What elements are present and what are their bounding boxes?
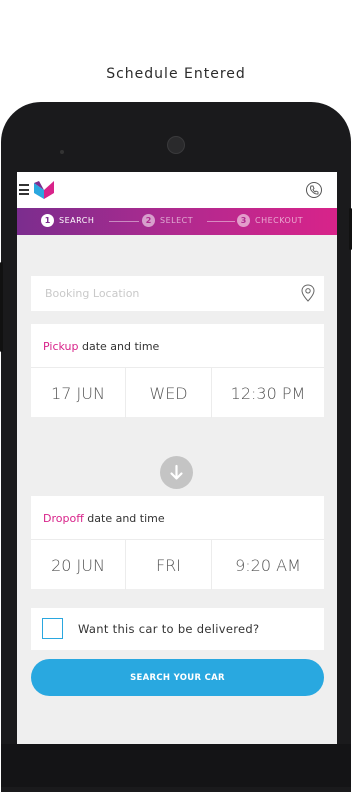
step-checkout[interactable]: 3 CHECKOUT [237,214,303,227]
dropoff-time[interactable]: 9:20 AM [212,540,324,590]
step-search[interactable]: 1 SEARCH [41,214,94,227]
dropoff-title-rest: date and time [83,512,165,525]
phone-screen: 1 SEARCH 2 SELECT 3 CHECKOUT Pickup date… [17,172,337,744]
booking-location-field [31,276,324,311]
dropoff-datetime-row: 20 JUN FRI 9:20 AM [31,539,324,590]
hamburger-menu-icon[interactable] [19,184,29,195]
pickup-day[interactable]: WED [126,368,212,418]
step-number: 1 [41,214,54,227]
pickup-date[interactable]: 17 JUN [31,368,126,418]
app-bar [17,172,337,208]
step-number: 3 [237,214,250,227]
phone-assist-icon[interactable] [305,181,323,199]
proximity-sensor [60,150,64,154]
dropoff-day[interactable]: FRI [126,540,212,590]
pickup-title-rest: date and time [78,340,160,353]
step-connector [109,221,139,222]
step-number: 2 [142,214,155,227]
step-select[interactable]: 2 SELECT [142,214,193,227]
step-label: SELECT [160,216,194,225]
swap-button[interactable] [160,456,193,489]
step-label: SEARCH [59,216,95,225]
delivery-label: Want this car to be delivered? [78,622,260,636]
delivery-option[interactable]: Want this car to be delivered? [31,608,324,650]
delivery-checkbox[interactable] [42,618,63,639]
location-pin-icon[interactable] [301,284,315,302]
phone-bottom-bezel [1,744,351,787]
search-your-car-button[interactable]: SEARCH YOUR CAR [31,659,324,696]
brand-logo-icon [34,181,54,199]
pickup-title-accent: Pickup [43,340,79,353]
caption: Schedule Entered [106,66,246,82]
booking-location-input[interactable] [45,276,285,311]
dropoff-card: Dropoff date and time 20 JUN FRI 9:20 AM [31,496,324,590]
dropoff-title-accent: Dropoff [43,512,84,525]
pickup-time[interactable]: 12:30 PM [212,368,324,418]
arrow-down-icon [170,464,183,480]
dropoff-date[interactable]: 20 JUN [31,540,126,590]
step-connector [207,221,235,222]
step-progress-bar: 1 SEARCH 2 SELECT 3 CHECKOUT [17,208,337,235]
phone-side-button [0,262,3,352]
pickup-title: Pickup date and time [43,340,159,353]
pickup-card: Pickup date and time 17 JUN WED 12:30 PM [31,324,324,418]
front-camera [167,136,185,154]
pickup-datetime-row: 17 JUN WED 12:30 PM [31,367,324,418]
step-label: CHECKOUT [255,216,304,225]
dropoff-title: Dropoff date and time [43,512,165,525]
